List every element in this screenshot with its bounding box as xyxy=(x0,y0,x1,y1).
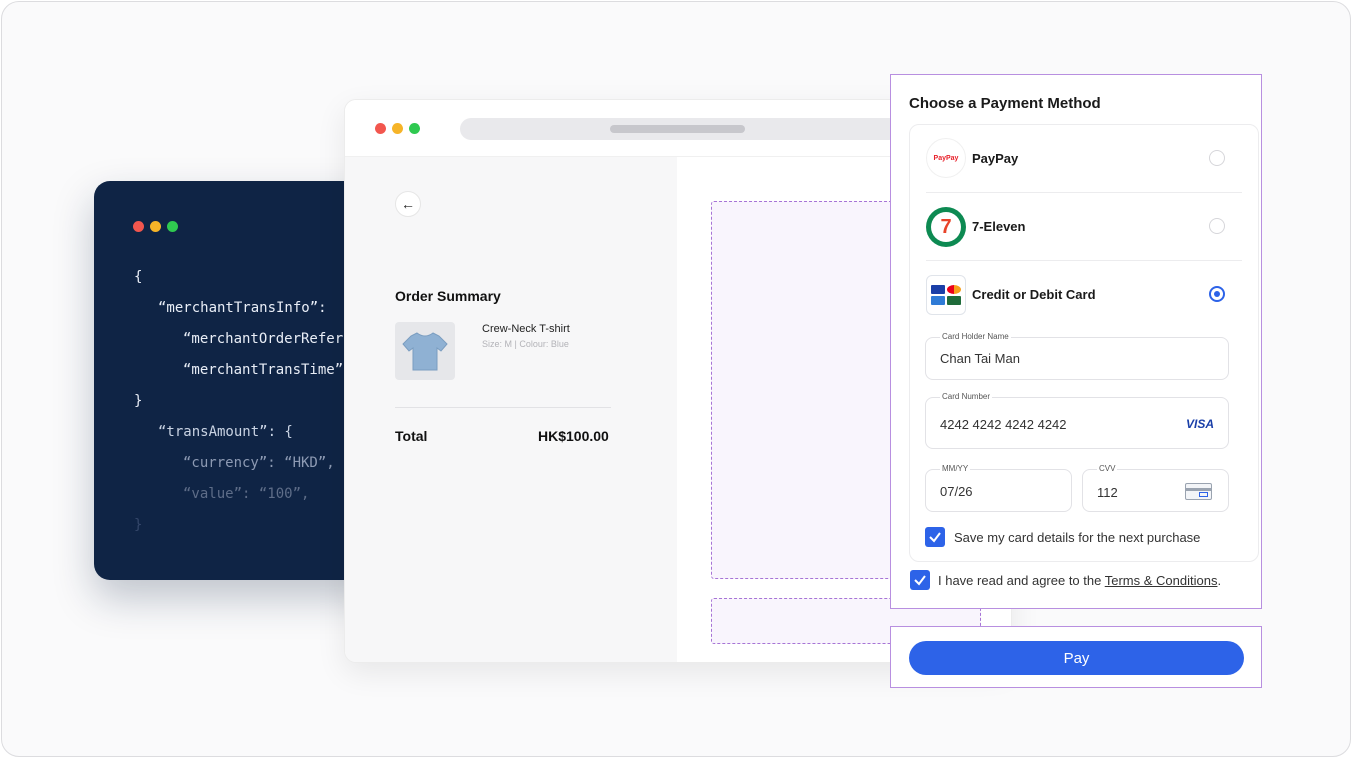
save-card-label: Save my card details for the next purcha… xyxy=(954,530,1201,545)
code-line: “currency”: “HKD”, xyxy=(183,455,335,471)
tshirt-icon xyxy=(402,332,448,371)
field-label: MM/YY xyxy=(940,464,971,473)
maximize-dot-icon xyxy=(167,221,178,232)
code-line: { xyxy=(134,269,143,285)
payment-option-label: Credit or Debit Card xyxy=(972,287,1096,302)
close-dot-icon xyxy=(133,221,144,232)
card-number-field[interactable]: Card Number 4242 4242 4242 4242 VISA xyxy=(925,392,1229,449)
code-line: } xyxy=(134,393,143,409)
checkmark-icon xyxy=(929,532,941,543)
minimize-dot-icon xyxy=(150,221,161,232)
code-line: “merchantTransInfo”: xyxy=(158,300,327,316)
card-brands-icon xyxy=(926,275,966,315)
back-button[interactable]: ← xyxy=(395,191,421,217)
visa-brand-icon: VISA xyxy=(1185,417,1214,431)
product-name: Crew-Neck T-shirt xyxy=(482,323,570,335)
payment-option-label: 7-Eleven xyxy=(972,219,1026,234)
total-label: Total xyxy=(395,428,428,444)
payment-option-label: PayPay xyxy=(972,151,1019,166)
payment-option-paypay[interactable]: PayPay PayPay xyxy=(910,125,1258,193)
cvv-field[interactable]: CVV 112 xyxy=(1082,464,1229,512)
divider xyxy=(395,407,611,408)
order-summary-pane: ← Order Summary Crew-Neck T-shirt Size: … xyxy=(345,157,677,662)
code-line: “transAmount”: { xyxy=(158,424,293,440)
code-line: “merchantTransTime” xyxy=(183,362,344,378)
card-holder-input[interactable]: Chan Tai Man xyxy=(940,351,1020,366)
maximize-dot-icon[interactable] xyxy=(409,123,420,134)
pay-button[interactable]: Pay xyxy=(909,641,1244,675)
payment-method-panel: Choose a Payment Method PayPay PayPay 7 … xyxy=(890,74,1262,609)
code-line: “value”: “100”, xyxy=(183,486,310,502)
payment-option-seven-eleven[interactable]: 7 7-Eleven xyxy=(910,193,1258,261)
expiry-field[interactable]: MM/YY 07/26 xyxy=(925,464,1072,512)
checkmark-icon xyxy=(914,575,926,586)
card-cvv-icon xyxy=(1185,483,1212,500)
save-card-checkbox[interactable] xyxy=(925,527,945,547)
field-label: CVV xyxy=(1097,464,1118,473)
card-number-input[interactable]: 4242 4242 4242 4242 xyxy=(940,417,1067,432)
paypay-radio[interactable] xyxy=(1209,150,1225,166)
product-image xyxy=(395,322,455,380)
address-bar[interactable] xyxy=(460,118,900,140)
terms-suffix: . xyxy=(1217,573,1222,588)
window-controls xyxy=(133,221,178,232)
total-value: HK$100.00 xyxy=(538,428,609,444)
seven-eleven-radio[interactable] xyxy=(1209,218,1225,234)
payment-methods-card: PayPay PayPay 7 7-Eleven Credit or Debit… xyxy=(909,124,1259,562)
expiry-input[interactable]: 07/26 xyxy=(940,484,973,499)
payment-option-card[interactable]: Credit or Debit Card xyxy=(910,261,1258,329)
pay-button-panel: Pay xyxy=(890,626,1262,688)
address-placeholder xyxy=(610,125,745,133)
field-label: Card Holder Name xyxy=(940,332,1011,341)
payment-title: Choose a Payment Method xyxy=(909,95,1101,112)
terms-text: I have read and agree to the Terms & Con… xyxy=(938,573,1221,588)
arrow-left-icon: ← xyxy=(401,196,415,212)
terms-checkbox[interactable] xyxy=(910,570,930,590)
terms-prefix: I have read and agree to the xyxy=(938,573,1105,588)
card-radio[interactable] xyxy=(1209,286,1225,302)
minimize-dot-icon[interactable] xyxy=(392,123,403,134)
card-holder-field[interactable]: Card Holder Name Chan Tai Man xyxy=(925,332,1229,380)
code-line: } xyxy=(134,517,143,533)
cvv-input[interactable]: 112 xyxy=(1097,485,1118,500)
code-line: “merchantOrderRefer xyxy=(183,331,344,347)
window-controls xyxy=(375,123,420,134)
terms-link[interactable]: Terms & Conditions xyxy=(1105,573,1218,588)
field-label: Card Number xyxy=(940,392,993,401)
canvas-frame: { “merchantTransInfo”: “merchantOrderRef… xyxy=(1,1,1351,757)
order-summary-title: Order Summary xyxy=(395,288,501,304)
seven-eleven-logo-icon: 7 xyxy=(926,207,966,247)
paypay-logo-icon: PayPay xyxy=(926,138,966,178)
close-dot-icon[interactable] xyxy=(375,123,386,134)
product-meta: Size: M | Colour: Blue xyxy=(482,339,569,349)
